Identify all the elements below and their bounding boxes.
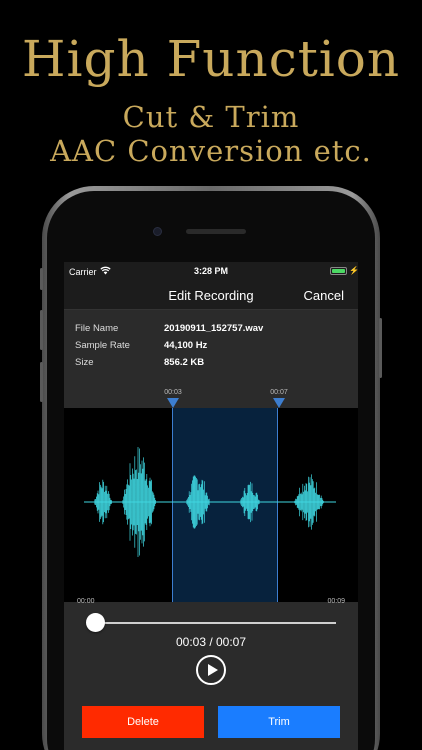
seek-slider-thumb[interactable]	[86, 613, 105, 632]
seek-start-time: 00:00	[77, 598, 95, 605]
battery-icon	[330, 267, 347, 275]
status-time: 3:28 PM	[193, 266, 228, 276]
start-marker-label: 00:03	[164, 389, 182, 396]
battery-level	[332, 269, 345, 273]
earpiece-speaker	[186, 229, 246, 234]
headline: High Function	[21, 30, 401, 88]
file-info-row: Sample Rate 44,100 Hz	[75, 340, 207, 351]
file-info-row: Size 856.2 KB	[75, 357, 204, 368]
file-info-label: File Name	[75, 323, 119, 334]
file-info-value: 20190911_152757.wav	[164, 323, 264, 334]
waveform-burst	[122, 447, 156, 557]
front-camera	[153, 227, 162, 236]
status-bar: Carrier 3:28 PM ⚡	[64, 262, 358, 282]
cancel-button[interactable]: Cancel	[304, 288, 344, 303]
volume-up-button	[40, 310, 43, 350]
start-marker-handle[interactable]	[167, 398, 179, 408]
file-info-label: Sample Rate	[75, 340, 130, 351]
seek-slider-track[interactable]	[95, 622, 336, 624]
promo-line-2: AAC Conversion etc.	[50, 134, 372, 168]
trim-button[interactable]: Trim	[218, 706, 340, 738]
file-info-label: Size	[75, 357, 94, 368]
end-marker-handle[interactable]	[273, 398, 285, 408]
play-icon	[208, 664, 218, 676]
seek-end-time: 00:09	[327, 598, 345, 605]
nav-bar: Edit Recording Cancel	[64, 282, 358, 310]
waveform-burst	[94, 479, 112, 525]
waveform	[84, 447, 336, 557]
play-button[interactable]	[196, 655, 226, 685]
power-button	[379, 318, 382, 378]
waveform-editor[interactable]	[64, 408, 358, 602]
promo-line-1: Cut & Trim	[122, 100, 300, 134]
file-info-value: 44,100 Hz	[164, 340, 208, 351]
end-marker-label: 00:07	[270, 389, 288, 396]
file-info-row: File Name 20190911_152757.wav	[75, 323, 263, 334]
mute-switch	[40, 268, 43, 290]
delete-button[interactable]: Delete	[82, 706, 204, 738]
app-screen: Carrier 3:28 PM ⚡ Edit Recording Cancel …	[64, 262, 358, 750]
charging-bolt-icon: ⚡	[349, 266, 358, 275]
waveform-burst	[240, 481, 260, 523]
file-info-value: 856.2 KB	[164, 357, 205, 368]
file-info-panel: File Name 20190911_152757.wav Sample Rate…	[64, 310, 358, 408]
playback-counter: 00:03 / 00:07	[175, 635, 247, 649]
volume-down-button	[40, 362, 43, 402]
